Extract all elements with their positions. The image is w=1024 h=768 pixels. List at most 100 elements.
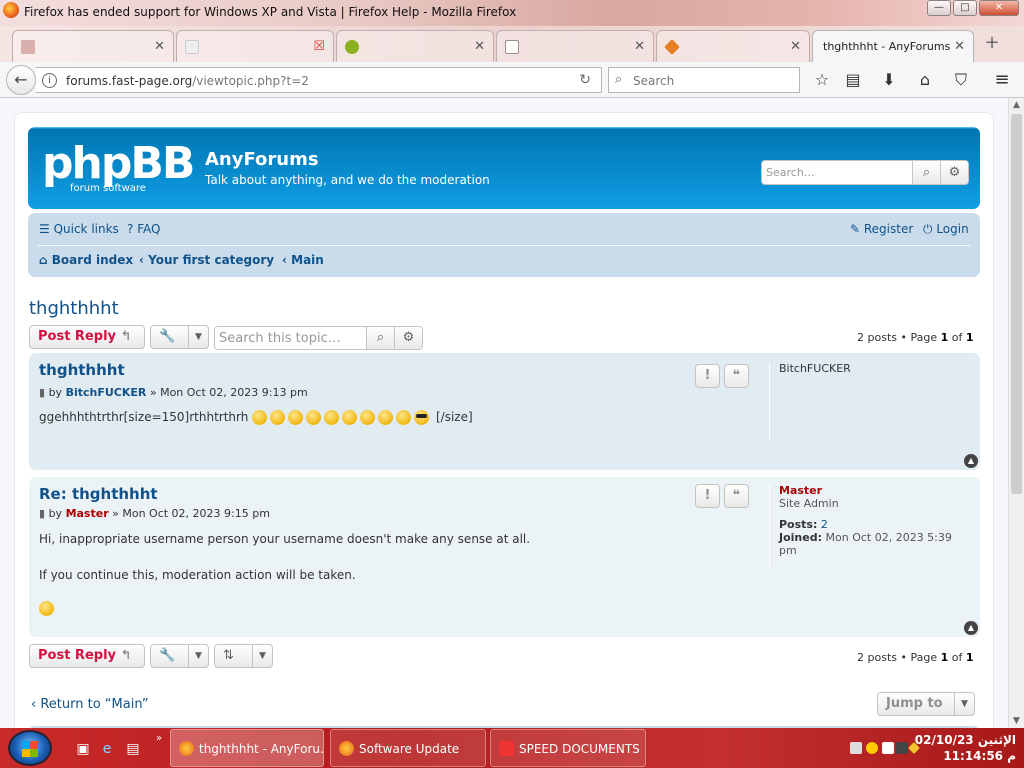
tab-3[interactable]: ✕ — [336, 30, 494, 62]
back-to-top-icon[interactable]: ▲ — [964, 621, 978, 635]
profile-username[interactable]: Master — [779, 484, 969, 497]
quick-links-menu[interactable]: ☰ Quick links — [39, 222, 119, 236]
topic-title[interactable]: thghthhht — [29, 298, 119, 319]
bookmark-star-icon[interactable]: ☆ — [812, 70, 832, 90]
site-info-icon[interactable]: i — [42, 73, 57, 88]
tab-4[interactable]: ✕ — [496, 30, 654, 62]
logo-text: phpBB — [42, 138, 195, 189]
advanced-search-gear-icon[interactable]: ⚙ — [394, 327, 422, 349]
tab-1[interactable]: ✕ — [12, 30, 174, 62]
smiley-icon — [306, 410, 322, 425]
sort-options-dropdown[interactable]: ⇅ ▼ — [214, 644, 273, 668]
system-clock[interactable]: 02/10/23 الإثنين 11:14:56 م — [915, 732, 1016, 764]
phpbb-logo[interactable]: phpBB forum software — [42, 138, 195, 199]
task-firefox[interactable]: thghthhht - AnyForu... — [170, 729, 324, 767]
post-profile: BitchFUCKER — [769, 362, 969, 440]
close-tab-icon[interactable]: ✕ — [790, 39, 801, 54]
hamburger-icon: ☰ — [39, 222, 54, 236]
download-icon[interactable]: ⬇ — [879, 70, 899, 90]
tab-2[interactable]: ☒ — [176, 30, 334, 62]
browser-search-input[interactable]: ⌕ Search — [608, 67, 800, 93]
tab-favicon-icon — [185, 40, 199, 54]
report-post-button[interactable]: ! — [695, 484, 720, 508]
sort-icon: ⇅ — [223, 648, 234, 663]
scrollbar-thumb[interactable] — [1011, 114, 1022, 494]
close-tab-icon[interactable]: ✕ — [954, 39, 965, 54]
close-tab-icon[interactable]: ✕ — [474, 39, 485, 54]
menu-icon[interactable]: ≡ — [992, 70, 1012, 90]
post-title[interactable]: Re: thghthhht — [39, 485, 158, 503]
jump-to-dropdown[interactable]: Jump to ▼ — [877, 692, 975, 716]
close-tab-icon[interactable]: ✕ — [634, 39, 645, 54]
breadcrumb-forum[interactable]: ‹ Main — [282, 253, 324, 267]
chevron-left-icon: ‹ — [282, 253, 292, 267]
site-description: Talk about anything, and we do the moder… — [205, 173, 490, 187]
home-icon[interactable]: ⌂ — [915, 70, 935, 90]
internet-explorer-icon[interactable]: e — [98, 740, 116, 758]
search-icon[interactable]: ⌕ — [366, 327, 394, 349]
show-desktop-icon[interactable]: ▣ — [74, 740, 92, 758]
post-author[interactable]: BitchFUCKER — [66, 386, 147, 399]
minimize-button[interactable]: — — [927, 0, 951, 16]
scroll-up-icon[interactable]: ▲ — [1013, 100, 1020, 110]
pocket-icon[interactable]: ⛉ — [951, 70, 971, 90]
window-titlebar: Firefox has ended support for Windows XP… — [0, 0, 1024, 26]
topic-search: Search this topic… ⌕ ⚙ — [214, 326, 423, 350]
profile-username[interactable]: BitchFUCKER — [779, 362, 969, 375]
quicklaunch-app-icon[interactable]: ▤ — [124, 740, 142, 758]
topic-tools-dropdown-bottom[interactable]: 🔧 ▼ — [150, 644, 209, 668]
post-reply-button-bottom[interactable]: Post Reply ↰ — [29, 644, 145, 668]
search-icon[interactable]: ⌕ — [912, 161, 940, 184]
quote-button[interactable]: ❝ — [724, 364, 749, 388]
quote-button[interactable]: ❝ — [724, 484, 749, 508]
close-tab-icon[interactable]: ✕ — [154, 39, 165, 54]
post-author[interactable]: Master — [66, 507, 109, 520]
breadcrumb-category[interactable]: ‹ Your first category — [139, 253, 274, 267]
url-bar[interactable]: i forums.fast-page.org/viewtopic.php?t=2… — [36, 67, 602, 93]
volume-icon[interactable] — [882, 742, 894, 754]
maximize-button[interactable]: □ — [953, 0, 977, 16]
reading-list-icon[interactable]: ▤ — [843, 70, 863, 90]
post-reply-button[interactable]: Post Reply ↰ — [29, 325, 145, 349]
post-title[interactable]: thghthhht — [39, 361, 125, 379]
firefox-icon — [179, 741, 194, 756]
tray-app-icon[interactable] — [850, 742, 862, 754]
forum-navbar: ☰ Quick links ? FAQ ✎ Register ⏻ Login ⌂… — [28, 213, 980, 277]
reload-icon[interactable]: ↻ — [579, 72, 591, 88]
return-to-forum-link[interactable]: ‹ Return to “Main” — [31, 697, 149, 712]
scroll-down-icon[interactable]: ▼ — [1013, 716, 1020, 726]
task-speed-documents[interactable]: SPEED DOCUMENTS — [490, 729, 646, 767]
chevron-left-icon: ‹ — [139, 253, 149, 267]
post-content-line-2: If you continue this, moderation action … — [39, 568, 356, 582]
header-search-input[interactable]: Search… — [766, 166, 815, 179]
login-link[interactable]: ⏻ Login — [923, 222, 969, 237]
header-search: Search… ⌕ ⚙ — [761, 160, 969, 185]
url-text: forums.fast-page.org/viewtopic.php?t=2 — [66, 74, 309, 88]
close-tab-icon[interactable]: ☒ — [313, 39, 325, 54]
advanced-search-gear-icon[interactable]: ⚙ — [940, 161, 968, 184]
tray-app-icon[interactable] — [866, 742, 878, 754]
new-tab-button[interactable]: + — [982, 34, 1002, 54]
vertical-scrollbar[interactable]: ▲ ▼ — [1008, 98, 1024, 728]
profile-posts-count[interactable]: 2 — [821, 518, 828, 531]
close-window-button[interactable]: ✕ — [979, 0, 1019, 16]
back-to-top-icon[interactable]: ▲ — [964, 454, 978, 468]
tab-active[interactable]: thghthhht - AnyForums ✕ — [812, 30, 974, 62]
breadcrumb-board-index[interactable]: ⌂ Board index — [39, 253, 133, 267]
topic-search-input[interactable]: Search this topic… — [219, 331, 341, 346]
faq-link[interactable]: ? FAQ — [127, 222, 160, 236]
start-button[interactable] — [8, 730, 52, 766]
tab-favicon-icon — [345, 40, 359, 54]
logo-subtext: forum software — [70, 183, 146, 194]
post-icon: ▮ — [39, 386, 49, 399]
topic-tools-dropdown[interactable]: 🔧 ▼ — [150, 325, 209, 349]
report-post-button[interactable]: ! — [695, 364, 720, 388]
register-link[interactable]: ✎ Register — [850, 222, 913, 236]
task-software-update[interactable]: Software Update — [330, 729, 486, 767]
tab-5[interactable]: ✕ — [656, 30, 810, 62]
back-button[interactable]: ← — [6, 65, 36, 95]
chevron-down-icon: ▼ — [954, 693, 974, 715]
network-icon[interactable] — [896, 742, 908, 754]
firefox-logo-icon — [3, 2, 19, 18]
quicklaunch-overflow-icon[interactable]: » — [150, 730, 168, 748]
